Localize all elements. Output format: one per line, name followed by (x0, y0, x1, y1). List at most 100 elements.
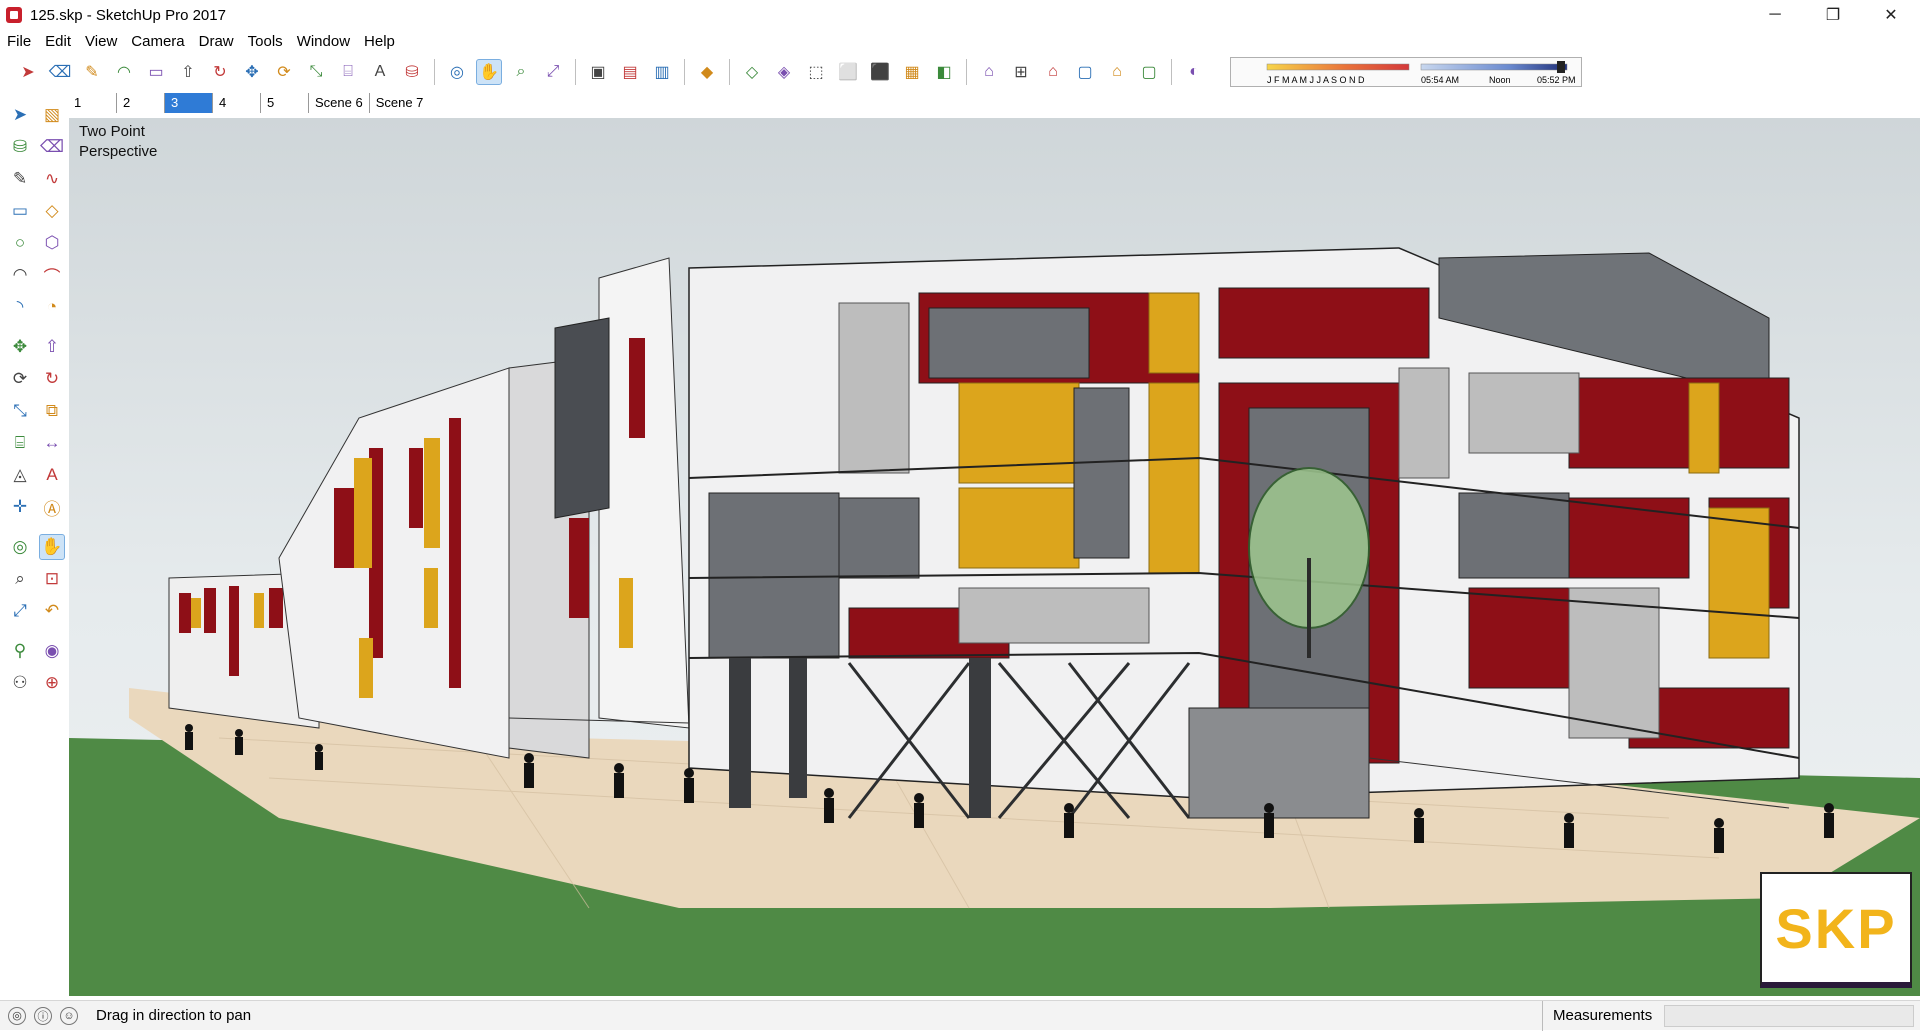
model-viewport[interactable]: Two Point Perspective SKP (69, 118, 1920, 996)
scene-tab-2[interactable]: 2 (116, 93, 164, 113)
toolbar-arc-icon[interactable]: ◠ (111, 59, 137, 85)
toolbar-rectangle-icon[interactable]: ▭ (143, 59, 169, 85)
toolbar-back-view-icon[interactable]: ⌂ (1104, 59, 1130, 85)
user-account-icon[interactable]: ☺ (60, 1006, 78, 1025)
geo-location-icon[interactable]: ◎ (8, 1006, 26, 1025)
left-paint-bucket-icon[interactable]: ⛁ (7, 134, 33, 160)
window-title: 125.skp - SketchUp Pro 2017 (30, 6, 226, 24)
left-rotate-icon[interactable]: ⟳ (7, 366, 33, 392)
toolbar-shaded-icon[interactable]: ⬛ (867, 59, 893, 85)
toolbar-line-icon[interactable]: ✎ (79, 59, 105, 85)
toolbar-follow-me-icon[interactable]: ↻ (207, 59, 233, 85)
left-line-icon[interactable]: ✎ (7, 166, 33, 192)
left-circle-icon[interactable]: ○ (7, 230, 33, 256)
menu-window[interactable]: Window (290, 33, 357, 50)
credits-icon[interactable]: ⓘ (34, 1006, 52, 1025)
left-select-icon[interactable]: ➤ (7, 102, 33, 128)
left-3d-text-icon[interactable]: Ⓐ (39, 494, 65, 520)
left-pie-icon[interactable]: ◔ (39, 294, 65, 320)
toolbar-warehouse-icon[interactable]: ▣ (585, 59, 611, 85)
toolbar-rotate-icon[interactable]: ⟳ (271, 59, 297, 85)
left-freehand-icon[interactable]: ∿ (39, 166, 65, 192)
left-pan-icon[interactable]: ✋ (39, 534, 65, 560)
toolbar-back-edges-icon[interactable]: ◈ (771, 59, 797, 85)
left-position-camera-icon[interactable]: ⚲ (7, 638, 33, 664)
building-render (69, 247, 1920, 996)
toolbar-move-icon[interactable]: ✥ (239, 59, 265, 85)
toolbar-front-view-icon[interactable]: ⌂ (1040, 59, 1066, 85)
left-zoom-window-icon[interactable]: ⊡ (39, 566, 65, 592)
toolbar-tape-measure-icon[interactable]: ⌸ (335, 59, 361, 85)
toolbar-orbit-icon[interactable]: ◎ (444, 59, 470, 85)
maximize-button[interactable]: ❐ (1804, 0, 1862, 30)
shadow-settings-panel: J F M A M J J A S O N D 05:54 AM Noon 05… (1230, 57, 1582, 87)
left-orbit-icon[interactable]: ◎ (7, 534, 33, 560)
left-polygon-icon[interactable]: ⬡ (39, 230, 65, 256)
time-start: 05:54 AM (1421, 75, 1459, 85)
minimize-button[interactable]: ─ (1746, 0, 1804, 30)
menu-camera[interactable]: Camera (124, 33, 191, 50)
toolbar-pan-icon[interactable]: ✋ (476, 59, 502, 85)
left-three-point-arc-icon[interactable]: ◝ (7, 294, 33, 320)
left-eraser-icon[interactable]: ⌫ (39, 134, 65, 160)
toolbar-select-icon[interactable]: ➤ (15, 59, 41, 85)
left-dimension-icon[interactable]: ↔ (39, 430, 65, 456)
left-scale-icon[interactable]: ⤡ (7, 398, 33, 424)
toolbar-push-pull-icon[interactable]: ⇧ (175, 59, 201, 85)
left-protractor-icon[interactable]: ◬ (7, 462, 33, 488)
toolbar-hidden-line-icon[interactable]: ⬜ (835, 59, 861, 85)
toolbar-ruby-icon[interactable]: ◆ (694, 59, 720, 85)
left-offset-icon[interactable]: ⧉ (39, 398, 65, 424)
scene-tab-scene-6[interactable]: Scene 6 (308, 93, 369, 113)
toolbar-extension-warehouse-icon[interactable]: ▤ (617, 59, 643, 85)
left-tape-measure-icon[interactable]: ⌸ (7, 430, 33, 456)
toolbar-paint-bucket-icon[interactable]: ⛁ (399, 59, 425, 85)
toolbar-zoom-icon[interactable]: ⌕ (508, 59, 534, 85)
left-component-icon[interactable]: ▧ (39, 102, 65, 128)
toolbar-scale-icon[interactable]: ⤡ (303, 59, 329, 85)
measurements-input[interactable] (1664, 1005, 1914, 1027)
toolbar-top-view-icon[interactable]: ⊞ (1008, 59, 1034, 85)
toolbar-text-icon[interactable]: A (367, 59, 393, 85)
left-look-around-icon[interactable]: ◉ (39, 638, 65, 664)
menu-edit[interactable]: Edit (38, 33, 78, 50)
left-push-pull-icon[interactable]: ⇧ (39, 334, 65, 360)
left-axes-icon[interactable]: ✛ (7, 494, 33, 520)
scene-tab-4[interactable]: 4 (212, 93, 260, 113)
toolbar-iso-view-icon[interactable]: ⌂ (976, 59, 1002, 85)
left-zoom-icon[interactable]: ⌕ (7, 566, 33, 592)
scene-tab-3[interactable]: 3 (164, 93, 212, 113)
menu-draw[interactable]: Draw (192, 33, 241, 50)
toolbar-xray-icon[interactable]: ◇ (739, 59, 765, 85)
left-rectangle-icon[interactable]: ▭ (7, 198, 33, 224)
left-walk-icon[interactable]: ⚇ (7, 670, 33, 696)
left-section-plane-icon[interactable]: ⊕ (39, 670, 65, 696)
left-follow-me-icon[interactable]: ↻ (39, 366, 65, 392)
toolbar-eraser-icon[interactable]: ⌫ (47, 59, 73, 85)
menu-view[interactable]: View (78, 33, 124, 50)
left-zoom-extents-icon[interactable]: ⤢ (7, 598, 33, 624)
left-move-icon[interactable]: ✥ (7, 334, 33, 360)
toolbar-right-view-icon[interactable]: ▢ (1072, 59, 1098, 85)
scene-tab-1[interactable]: 1 (68, 93, 116, 113)
toolbar-monochrome-icon[interactable]: ◧ (931, 59, 957, 85)
menu-tools[interactable]: Tools (241, 33, 290, 50)
toolbar-left-view-icon[interactable]: ▢ (1136, 59, 1162, 85)
scene-tab-5[interactable]: 5 (260, 93, 308, 113)
toolbar-shadows-icon[interactable]: ◐ (1181, 59, 1207, 85)
toolbar-wireframe-icon[interactable]: ⬚ (803, 59, 829, 85)
menu-file[interactable]: File (0, 33, 38, 50)
toolbar-zoom-extents-icon[interactable]: ⤢ (540, 59, 566, 85)
shadow-sliders[interactable]: J F M A M J J A S O N D 05:54 AM Noon 05… (1231, 58, 1583, 88)
left-rotated-rectangle-icon[interactable]: ◇ (39, 198, 65, 224)
toolbar-textured-icon[interactable]: ▦ (899, 59, 925, 85)
scene-tab-scene-7[interactable]: Scene 7 (368, 93, 430, 113)
left-two-point-arc-icon[interactable]: ⌒ (39, 262, 65, 288)
close-button[interactable]: ✕ (1862, 0, 1920, 30)
left-previous-view-icon[interactable]: ↶ (39, 598, 65, 624)
left-arc-icon[interactable]: ◠ (7, 262, 33, 288)
menu-help[interactable]: Help (357, 33, 402, 50)
time-noon: Noon (1489, 75, 1511, 85)
toolbar-layout-icon[interactable]: ▥ (649, 59, 675, 85)
left-text-icon[interactable]: A (39, 462, 65, 488)
